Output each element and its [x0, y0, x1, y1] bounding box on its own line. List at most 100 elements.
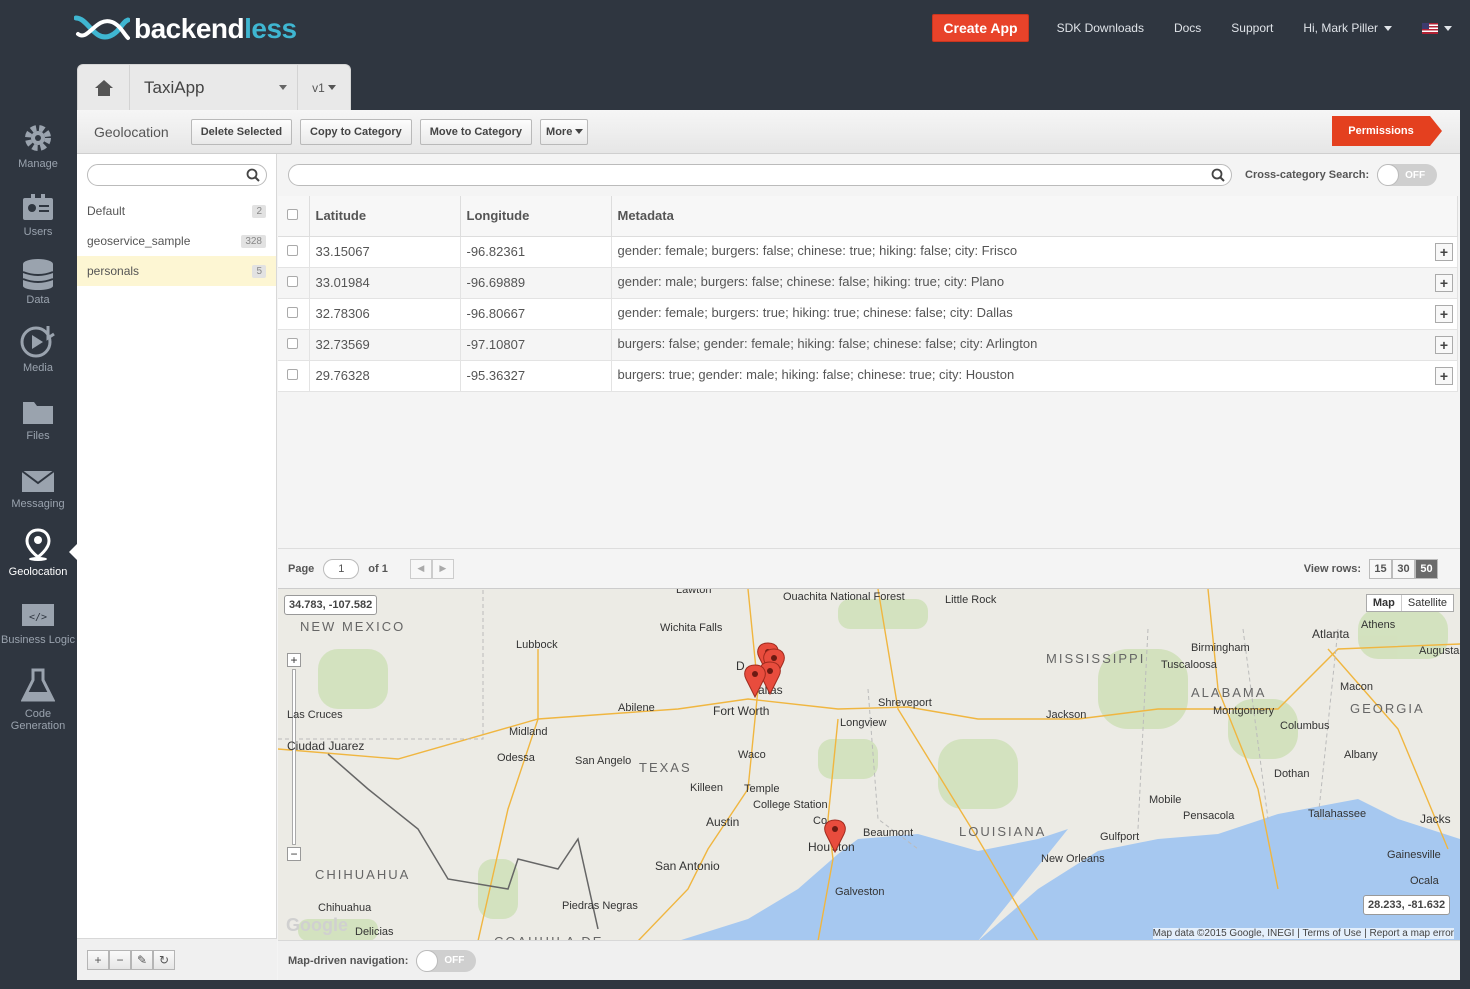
chevron-down-icon: [1384, 25, 1392, 31]
more-dropdown[interactable]: More: [540, 118, 589, 145]
sidebar-item-files[interactable]: Files: [0, 382, 76, 450]
sidebar-item-manage[interactable]: Manage: [0, 110, 76, 178]
table-row[interactable]: 33.01984 -96.69889 gender: male; burgers…: [278, 267, 1458, 299]
map-label: allas: [758, 683, 783, 697]
expand-row-button[interactable]: +: [1435, 273, 1453, 292]
move-to-category-button[interactable]: Move to Category: [419, 118, 533, 145]
metadata-cell: gender: female; burgers: true; hiking: t…: [611, 298, 1458, 330]
category-item[interactable]: Default 2: [77, 196, 276, 226]
version-dropdown[interactable]: v1: [298, 81, 350, 95]
map-label: Abilene: [618, 702, 655, 714]
category-item-selected[interactable]: personals 5: [77, 256, 276, 286]
prev-page-button[interactable]: ◀: [409, 558, 432, 579]
row-checkbox[interactable]: [287, 369, 298, 380]
chevron-down-icon: [279, 85, 287, 90]
zoom-in-button[interactable]: +: [287, 653, 301, 667]
column-header-metadata[interactable]: Metadata: [611, 196, 1458, 237]
view-rows-30[interactable]: 30: [1392, 559, 1415, 579]
report-error-link[interactable]: Report a map error: [1370, 928, 1454, 939]
user-menu[interactable]: Hi, Mark Piller: [1303, 21, 1392, 35]
toggle-state: OFF: [444, 955, 465, 966]
select-all-checkbox[interactable]: [287, 209, 298, 221]
expand-row-button[interactable]: +: [1435, 242, 1453, 261]
support-link[interactable]: Support: [1231, 21, 1273, 35]
geopoint-search-input[interactable]: [288, 164, 1232, 186]
sidebar-item-users[interactable]: Users: [0, 178, 76, 246]
map-type-map[interactable]: Map: [1367, 595, 1401, 611]
map-se-coordinate: 28.233, -81.632: [1363, 895, 1451, 915]
backendless-logo-icon: [74, 15, 130, 40]
expand-row-button[interactable]: +: [1435, 335, 1453, 354]
delete-selected-button[interactable]: Delete Selected: [190, 118, 293, 145]
add-category-button[interactable]: +: [87, 949, 109, 970]
sdk-downloads-link[interactable]: SDK Downloads: [1057, 21, 1144, 35]
zoom-slider-track[interactable]: [292, 669, 296, 845]
column-header-latitude[interactable]: Latitude: [309, 196, 461, 237]
expand-row-button[interactable]: +: [1435, 366, 1453, 385]
map-view[interactable]: 34.783, -107.582 28.233, -81.632 Map Sat…: [278, 588, 1460, 940]
longitude-cell: -95.36327: [460, 360, 612, 392]
table-row[interactable]: 33.15067 -96.82361 gender: female; burge…: [278, 236, 1458, 268]
view-rows-selector: View rows: 15 30 50: [1304, 559, 1438, 579]
sidebar-item-geolocation[interactable]: Geolocation: [0, 518, 77, 586]
map-label: Beaumont: [863, 827, 914, 839]
map-type-satellite[interactable]: Satellite: [1400, 595, 1453, 611]
terms-link[interactable]: Terms of Use: [1302, 928, 1361, 939]
zoom-out-button[interactable]: −: [287, 847, 301, 861]
next-page-button[interactable]: ▶: [431, 558, 454, 579]
map-label: Midland: [509, 726, 548, 738]
map-label: Lawton: [676, 588, 712, 596]
envelope-icon: [21, 470, 55, 492]
toggle-knob: [416, 949, 439, 972]
docs-link[interactable]: Docs: [1174, 21, 1201, 35]
sidebar-item-data[interactable]: Data: [0, 246, 76, 314]
map-label: Waco: [738, 749, 766, 761]
copy-to-category-button[interactable]: Copy to Category: [300, 118, 412, 145]
sidebar-item-label: Messaging: [11, 498, 65, 510]
category-item[interactable]: geoservice_sample 328: [77, 226, 276, 256]
remove-category-button[interactable]: −: [109, 949, 131, 970]
permissions-button[interactable]: Permissions: [1332, 116, 1442, 146]
app-name-dropdown[interactable]: TaxiApp: [130, 64, 298, 111]
database-icon: [22, 259, 54, 290]
page-number-input[interactable]: 1: [323, 558, 360, 579]
sidebar-item-business-logic[interactable]: </> Business Logic: [0, 586, 76, 654]
map-driven-navigation-toggle[interactable]: OFF: [416, 949, 477, 972]
refresh-categories-button[interactable]: ↻: [153, 949, 175, 970]
logo-text: backendless: [134, 13, 297, 44]
select-all-cell: [278, 196, 310, 237]
page-label: Page: [288, 562, 315, 575]
expand-row-button[interactable]: +: [1435, 304, 1453, 323]
map-label: GEORGIA: [1350, 701, 1425, 716]
category-search-input[interactable]: [87, 164, 267, 186]
language-menu[interactable]: [1422, 22, 1452, 34]
zoom-control: + −: [287, 653, 301, 863]
table-row[interactable]: 32.73569 -97.10807 burgers: false; gende…: [278, 329, 1458, 361]
toggle-knob: [1377, 164, 1400, 186]
view-rows-label: View rows:: [1303, 563, 1361, 575]
view-rows-50[interactable]: 50: [1415, 559, 1438, 579]
column-header-longitude[interactable]: Longitude: [460, 196, 612, 237]
map-label: Chihuahua: [318, 902, 372, 914]
edit-category-button[interactable]: ✎: [131, 949, 153, 970]
metadata-cell: burgers: true; gender: male; hiking: fal…: [611, 360, 1458, 392]
table-row[interactable]: 32.78306 -96.80667 gender: female; burge…: [278, 298, 1458, 330]
row-checkbox[interactable]: [287, 245, 298, 256]
cross-category-toggle[interactable]: OFF: [1377, 164, 1438, 186]
view-rows-15[interactable]: 15: [1369, 559, 1392, 579]
row-checkbox[interactable]: [287, 276, 298, 287]
home-button[interactable]: [78, 64, 130, 111]
geopoints-panel: Cross-category Search: OFF Latitude Long…: [278, 154, 1460, 980]
sidebar-item-media[interactable]: Media: [0, 314, 76, 382]
map-label: San Angelo: [575, 755, 632, 767]
row-checkbox[interactable]: [287, 338, 298, 349]
row-checkbox[interactable]: [287, 307, 298, 318]
map-nw-coordinate: 34.783, -107.582: [284, 595, 378, 615]
sidebar-item-messaging[interactable]: Messaging: [0, 450, 76, 518]
sidebar-item-code-generation[interactable]: Code Generation: [0, 654, 76, 740]
create-app-button[interactable]: Create App: [932, 14, 1029, 42]
category-panel: Default 2 geoservice_sample 328 personals 5…: [77, 154, 277, 980]
backendless-logo[interactable]: backendless: [74, 10, 297, 48]
minus-icon: −: [116, 952, 124, 967]
table-row[interactable]: 29.76328 -95.36327 burgers: true; gender…: [278, 360, 1458, 392]
